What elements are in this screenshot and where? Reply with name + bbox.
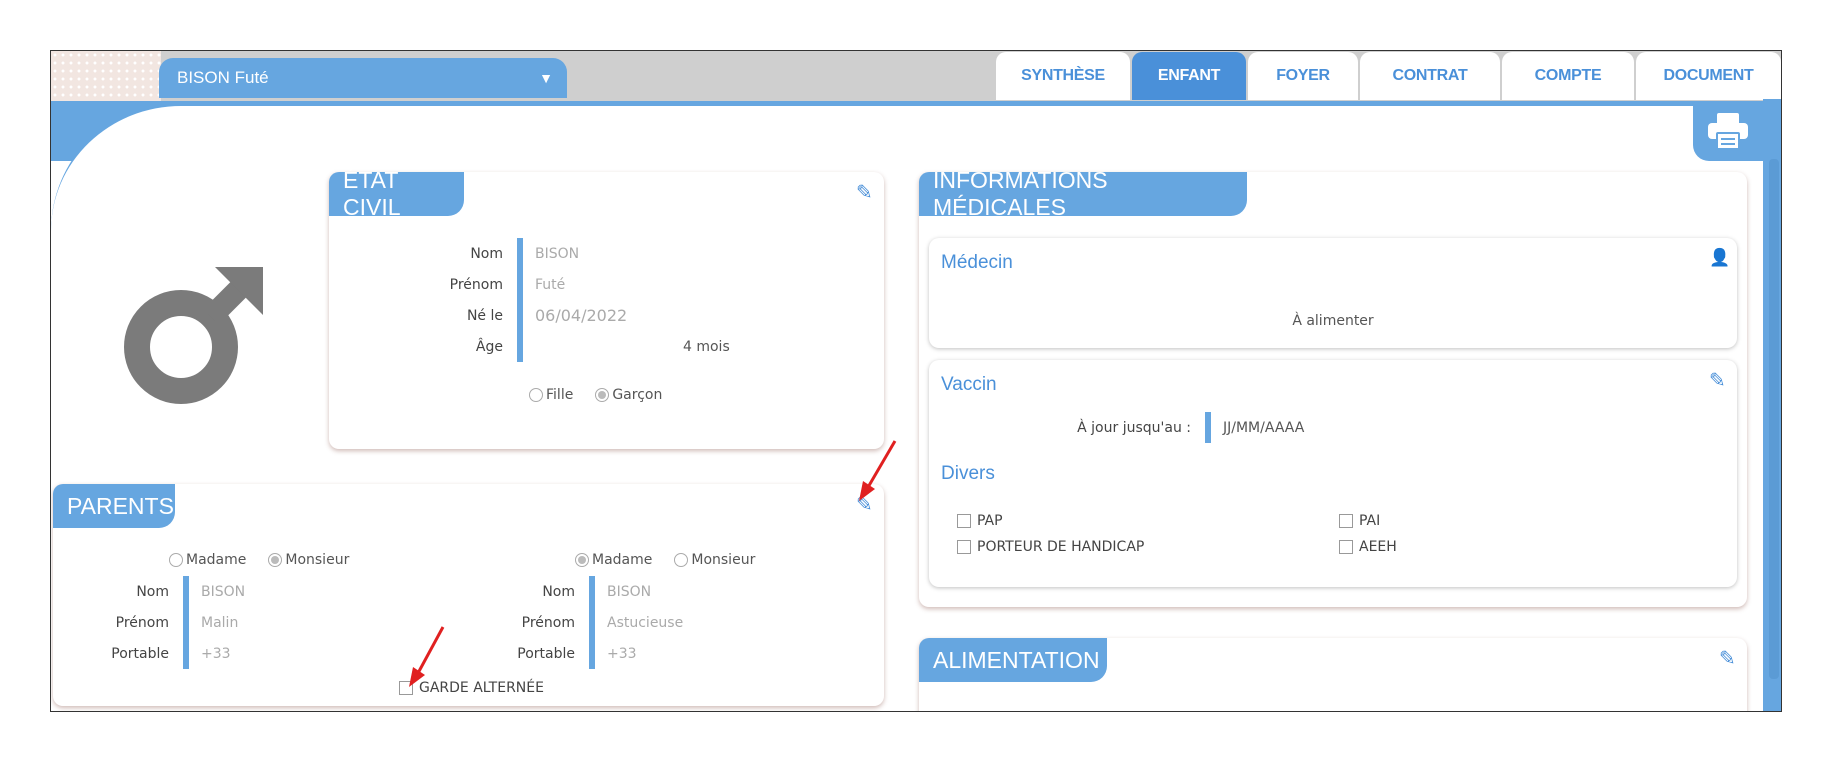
edit-icon[interactable]: ✎	[856, 182, 876, 202]
alimentation-card: ALIMENTATION ✎	[919, 638, 1747, 711]
tab-bar: SYNTHÈSE ENFANT FOYER CONTRAT COMPTE DOC…	[994, 52, 1781, 100]
field-label: Nom	[470, 245, 503, 262]
child-selector-label: BISON Futé	[177, 68, 269, 87]
divers-title: Divers	[941, 463, 995, 484]
field-label: Âge	[475, 338, 503, 355]
checkbox-porteur-handicap[interactable]: PORTEUR DE HANDICAP	[957, 539, 1144, 555]
field-value: 4 mois	[683, 338, 730, 355]
field-value: 06/04/2022	[535, 306, 628, 325]
checkbox-pap[interactable]: PAP	[957, 513, 1003, 529]
print-button[interactable]	[1693, 101, 1763, 161]
checkbox-label: PAI	[1359, 513, 1381, 529]
radio-madame[interactable]: Madame	[575, 552, 652, 568]
medical-card: INFORMATIONS MÉDICALES Médecin 👤 À alime…	[919, 167, 1747, 607]
checkbox[interactable]	[957, 540, 971, 554]
tab-foyer[interactable]: FOYER	[1248, 52, 1358, 100]
parent2-fields: Nom BISON Prénom Astucieuse Portable +33	[53, 576, 683, 669]
radio-label: Monsieur	[285, 552, 350, 568]
checkbox-label: PORTEUR DE HANDICAP	[977, 539, 1145, 555]
etat-civil-title: ÉTAT CIVIL	[329, 167, 464, 220]
radio-garcon[interactable]: Garçon	[595, 387, 662, 403]
radio-button[interactable]	[575, 553, 589, 567]
radio-fille[interactable]: Fille	[529, 387, 573, 403]
checkbox-aeeh[interactable]: AEEH	[1339, 539, 1397, 555]
tab-document[interactable]: DOCUMENT	[1636, 52, 1781, 100]
sex-radio-group: Fille Garçon	[529, 387, 684, 403]
vaccin-section: Vaccin ✎ À jour jusqu'au : JJ/MM/AAAA Di…	[929, 360, 1737, 587]
corner-decoration	[51, 51, 161, 101]
radio-label: Garçon	[612, 387, 663, 403]
radio-button[interactable]	[529, 388, 543, 402]
checkbox-label: PAP	[977, 513, 1003, 529]
field-label: Portable	[517, 645, 575, 662]
radio-button[interactable]	[169, 553, 183, 567]
medecin-empty-text: À alimenter	[1292, 313, 1374, 329]
edit-icon[interactable]: ✎	[1709, 370, 1729, 390]
app-window: BISON Futé ▼ SYNTHÈSE ENFANT FOYER CONTR…	[50, 50, 1782, 712]
field-label: Nom	[542, 583, 575, 600]
medical-title: INFORMATIONS MÉDICALES	[919, 167, 1247, 220]
vaccin-title: Vaccin	[941, 374, 997, 395]
vaccin-field: À jour jusqu'au : JJ/MM/AAAA	[929, 412, 1304, 443]
field-value: Futé	[535, 276, 566, 293]
medecin-section: Médecin 👤 À alimenter	[929, 238, 1737, 348]
radio-madame[interactable]: Madame	[169, 552, 246, 568]
radio-label: Monsieur	[691, 552, 756, 568]
child-selector[interactable]: BISON Futé ▼	[159, 58, 567, 98]
edit-icon[interactable]: ✎	[1719, 648, 1739, 668]
tab-contrat[interactable]: CONTRAT	[1360, 52, 1500, 100]
radio-button[interactable]	[595, 388, 610, 402]
annotation-arrow	[859, 440, 897, 501]
scrollbar[interactable]	[1769, 159, 1779, 679]
checkbox[interactable]	[1339, 514, 1353, 528]
field-row: Nom BISON	[329, 238, 730, 269]
parents-title: PARENTS	[53, 484, 175, 528]
checkbox-pai[interactable]: PAI	[1339, 513, 1380, 529]
tab-compte[interactable]: COMPTE	[1502, 52, 1634, 100]
radio-button[interactable]	[268, 553, 283, 567]
radio-monsieur[interactable]: Monsieur	[268, 552, 349, 568]
annotation-arrow	[409, 626, 445, 687]
etat-civil-card: ÉTAT CIVIL ✎ Nom BISON Prénom Futé Né le…	[329, 167, 884, 449]
radio-label: Madame	[592, 552, 653, 568]
field-label: À jour jusqu'au :	[1077, 419, 1191, 436]
field-value: BISON	[535, 245, 580, 262]
radio-button[interactable]	[674, 553, 689, 567]
field-row: Né le 06/04/2022	[329, 300, 730, 331]
add-user-icon[interactable]: 👤	[1709, 248, 1730, 268]
radio-label: Madame	[186, 552, 247, 568]
checkbox[interactable]	[1339, 540, 1353, 554]
checkbox[interactable]	[957, 514, 971, 528]
field-label: Prénom	[449, 276, 503, 293]
field-row: Âge 4 mois	[329, 331, 730, 362]
radio-label: Fille	[546, 387, 574, 403]
etat-civil-fields: Nom BISON Prénom Futé Né le 06/04/2022 Â…	[329, 238, 730, 362]
right-scroll-track	[1763, 99, 1781, 711]
tab-synthese[interactable]: SYNTHÈSE	[996, 52, 1130, 100]
field-label: Prénom	[521, 614, 575, 631]
radio-monsieur[interactable]: Monsieur	[674, 552, 755, 568]
field-value: JJ/MM/AAAA	[1223, 419, 1305, 436]
printer-icon	[1708, 113, 1748, 150]
field-row: Prénom Astucieuse	[53, 607, 683, 638]
male-gender-icon	[124, 267, 263, 404]
medecin-title: Médecin	[941, 252, 1013, 273]
field-row: Prénom Futé	[329, 269, 730, 300]
tab-enfant[interactable]: ENFANT	[1132, 52, 1246, 100]
field-label: Né le	[466, 307, 503, 324]
field-row: Nom BISON	[53, 576, 683, 607]
alimentation-title: ALIMENTATION	[919, 638, 1107, 682]
parents-card: PARENTS ✎ Madame Monsieur Nom BISON Préno…	[53, 484, 884, 706]
parent2-civility: Madame Monsieur	[575, 552, 777, 568]
parent1-civility: Madame Monsieur	[169, 552, 371, 568]
checkbox-label: AEEH	[1359, 539, 1397, 555]
chevron-down-icon: ▼	[539, 70, 553, 86]
field-value: Astucieuse	[607, 614, 684, 631]
field-value: BISON	[607, 583, 652, 600]
field-value: +33	[607, 645, 637, 662]
field-row: Portable +33	[53, 638, 683, 669]
